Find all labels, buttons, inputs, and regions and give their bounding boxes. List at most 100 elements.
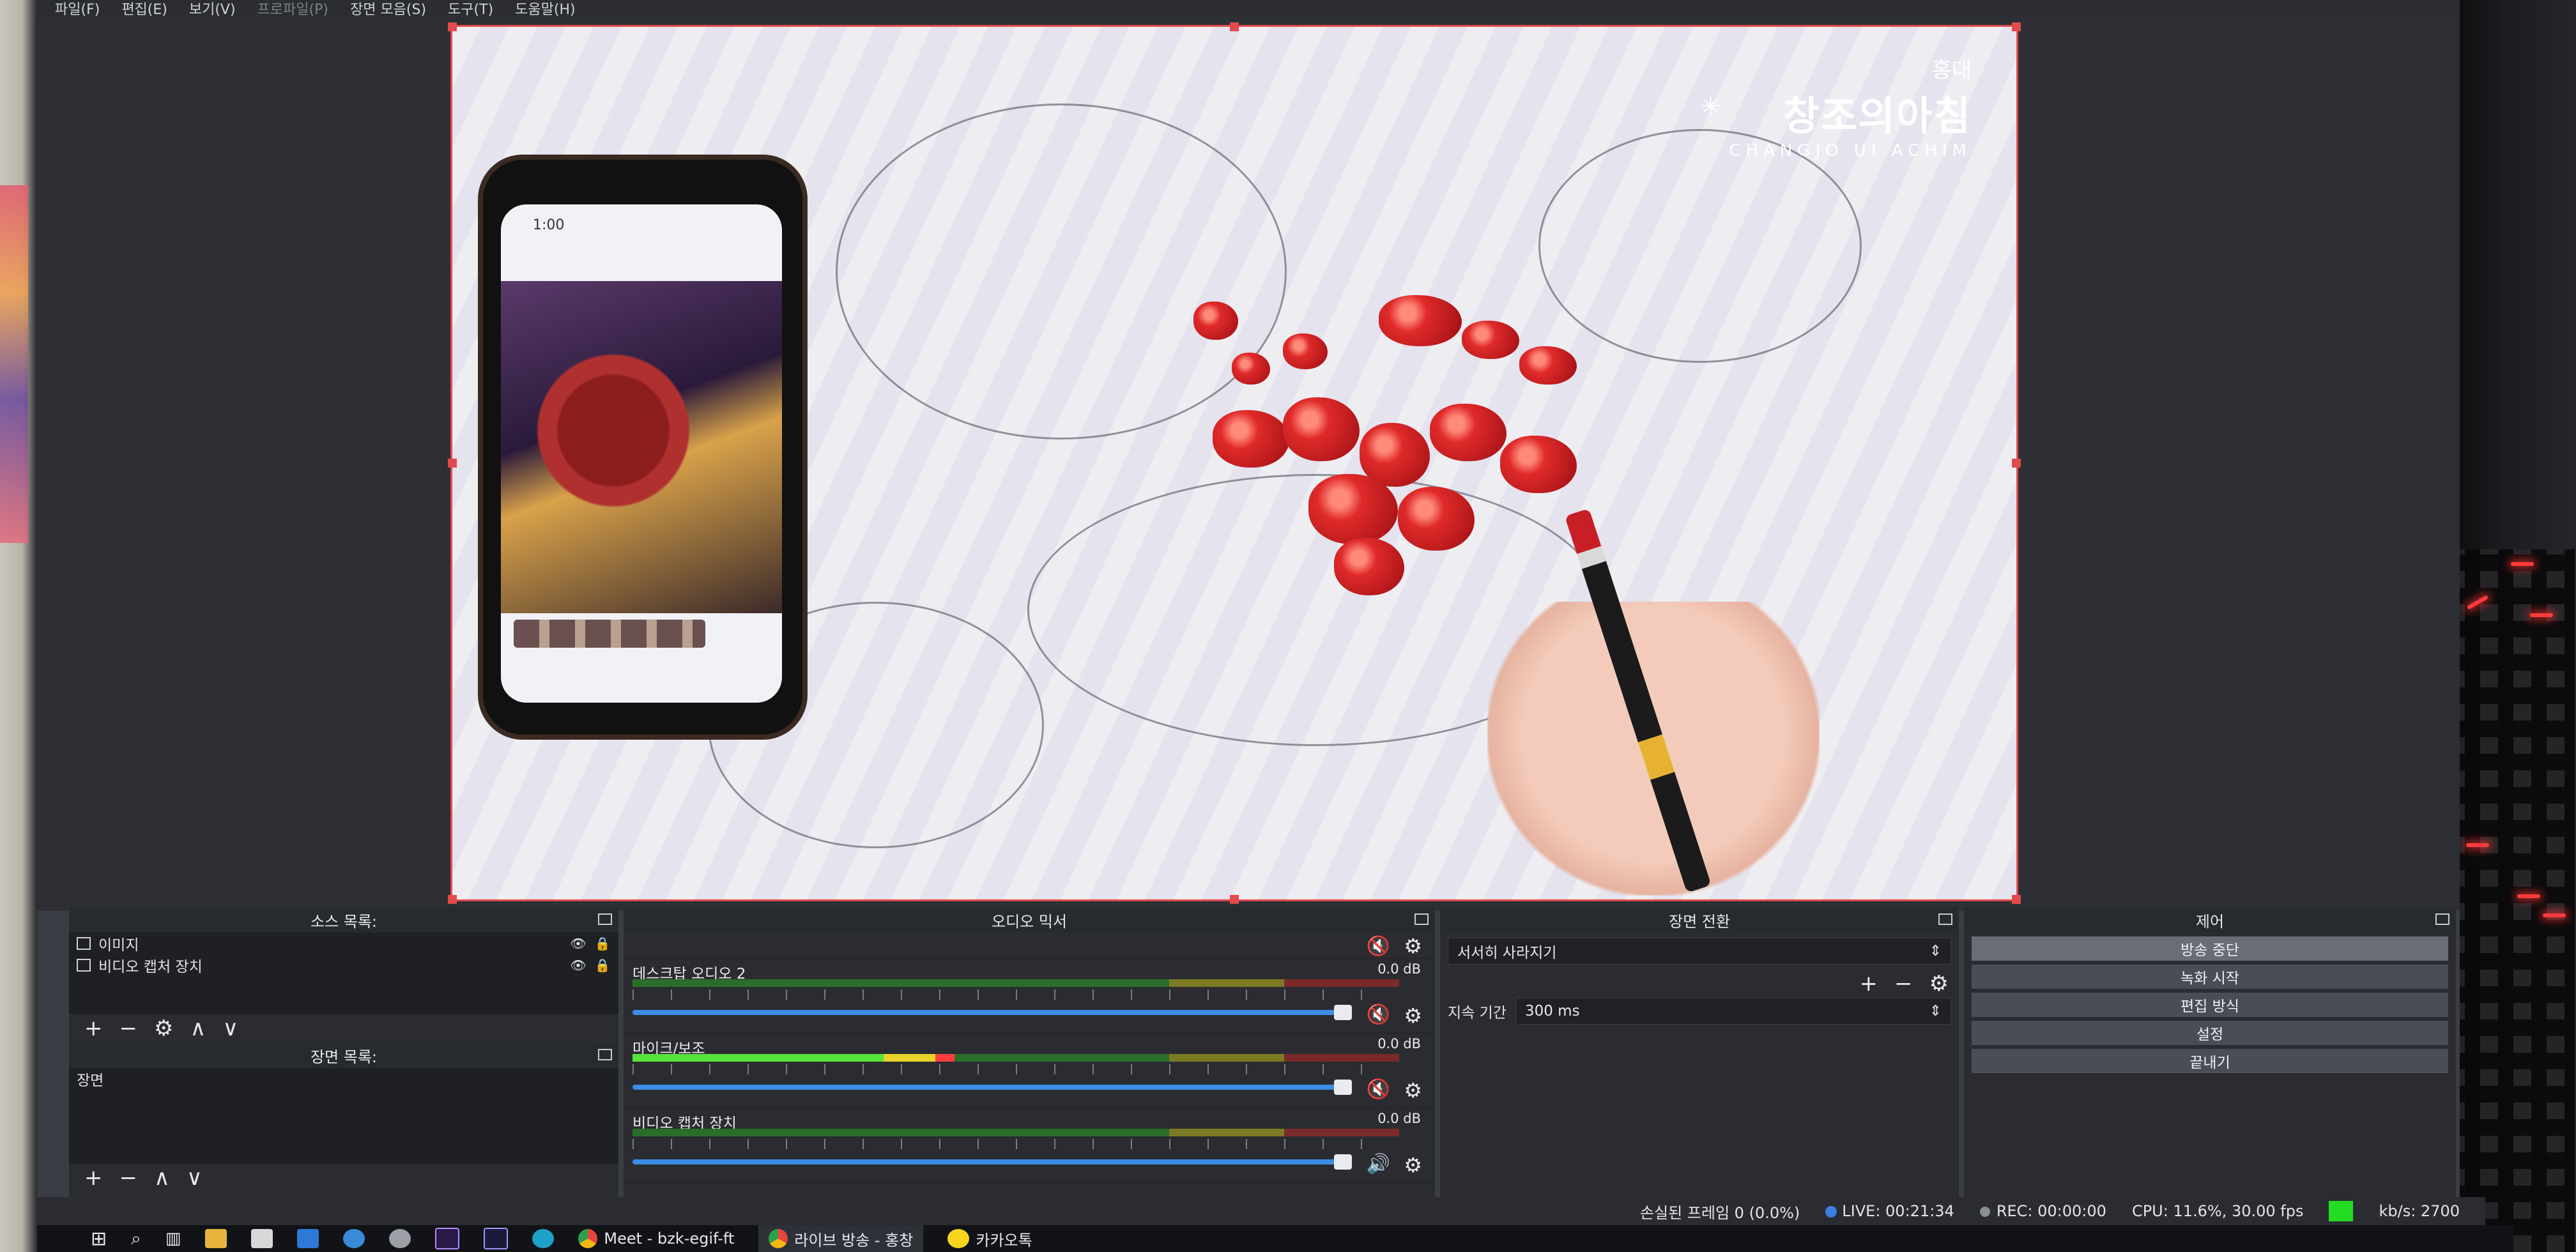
add-scene-button[interactable]: +: [84, 1165, 103, 1191]
undock-icon[interactable]: [2435, 913, 2450, 925]
duration-spinbox[interactable]: 300 ms ⇕: [1515, 998, 1951, 1025]
tower-led: [2466, 843, 2489, 847]
taskbar-app-live[interactable]: 라이브 방송 - 홍창: [758, 1225, 924, 1252]
edge-icon[interactable]: [343, 1229, 365, 1248]
menu-help[interactable]: 도움말(H): [515, 0, 575, 19]
store-icon[interactable]: [251, 1229, 273, 1248]
painted-seed: [1519, 346, 1577, 385]
add-transition-button[interactable]: +: [1860, 971, 1878, 996]
rec-time: REC: 00:00:00: [1996, 1202, 2106, 1220]
move-up-chevron-icon[interactable]: ∧: [154, 1165, 170, 1191]
sources-scenes-dock: 소스 목록: 이미지 👁 🔒 비디오 캡처 장치 👁 🔒 + − ⚙ ∧ ∨ 장…: [69, 907, 618, 1197]
gear-icon[interactable]: ⚙: [1404, 934, 1422, 958]
sources-title: 소스 목록:: [69, 907, 618, 933]
pc-tower-grill: [2447, 549, 2575, 1252]
move-down-chevron-icon[interactable]: ∨: [187, 1165, 203, 1191]
remove-transition-button[interactable]: −: [1894, 971, 1913, 996]
background-artwork: [0, 185, 28, 543]
lock-icon[interactable]: 🔒: [594, 937, 611, 950]
gear-icon[interactable]: ⚙: [1404, 1004, 1422, 1028]
menu-view[interactable]: 보기(V): [189, 0, 236, 19]
visibility-eye-icon[interactable]: 👁: [570, 937, 586, 950]
lock-icon[interactable]: 🔒: [594, 959, 611, 972]
add-source-button[interactable]: +: [84, 1016, 103, 1041]
premiere-icon[interactable]: [435, 1228, 460, 1249]
source-properties-gear-icon[interactable]: ⚙: [154, 1016, 173, 1041]
taskbar-app-meet[interactable]: Meet - bzk-egif-ft: [578, 1229, 734, 1248]
undock-icon[interactable]: [1414, 913, 1429, 925]
transform-handle[interactable]: [2012, 459, 2021, 468]
move-down-chevron-icon[interactable]: ∨: [222, 1016, 238, 1041]
speaker-icon[interactable]: 🔊: [1367, 1153, 1390, 1175]
slider-knob[interactable]: [1334, 1154, 1352, 1170]
menu-scene-collection[interactable]: 장면 모음(S): [350, 0, 426, 19]
painted-seed: [1398, 487, 1475, 551]
transform-handle[interactable]: [448, 459, 457, 468]
settings-button[interactable]: 설정: [1972, 1021, 2448, 1045]
after-effects-icon[interactable]: [484, 1228, 509, 1249]
volume-meter: [632, 1054, 1399, 1062]
transform-handle[interactable]: [448, 22, 457, 31]
chrome-icon: [769, 1229, 788, 1248]
exit-button[interactable]: 끝내기: [1972, 1049, 2448, 1073]
source-item-image[interactable]: 이미지 👁 🔒: [69, 933, 618, 954]
transform-handle[interactable]: [1230, 895, 1239, 904]
volume-slider[interactable]: [632, 1154, 1352, 1170]
search-icon[interactable]: ⌕: [131, 1228, 141, 1249]
dropped-frames: 손실된 프레임 0 (0.0%): [1639, 1203, 1800, 1222]
muted-speaker-icon[interactable]: 🔇: [1367, 1004, 1390, 1026]
menu-edit[interactable]: 편집(E): [121, 0, 167, 19]
menu-file[interactable]: 파일(F): [55, 0, 100, 19]
spin-arrows-icon[interactable]: ⇕: [1929, 1003, 1942, 1019]
source-item-video-capture[interactable]: 비디오 캡처 장치 👁 🔒: [69, 954, 618, 976]
transform-handle[interactable]: [448, 895, 457, 904]
volume-slider[interactable]: [632, 1005, 1352, 1020]
remove-source-button[interactable]: −: [119, 1016, 138, 1041]
move-up-chevron-icon[interactable]: ∧: [190, 1016, 206, 1041]
edge-new-icon[interactable]: [532, 1229, 555, 1248]
transform-handle[interactable]: [2012, 895, 2021, 904]
controls-title-label: 제어: [2195, 912, 2225, 931]
start-recording-button[interactable]: 녹화 시작: [1972, 965, 2448, 989]
mixer-channel: 데스크탑 오디오 2 0.0 dB 🔇 ⚙: [624, 959, 1435, 1034]
menu-profile[interactable]: 프로파일(P): [257, 0, 328, 19]
slider-knob[interactable]: [1334, 1080, 1352, 1095]
undock-icon[interactable]: [598, 913, 612, 925]
painted-seed: [1462, 321, 1519, 359]
program-preview[interactable]: 1:00 ✳ 홍대 창조의아침 CHANGJO UI ACHIM: [450, 25, 2018, 901]
transform-handle[interactable]: [2012, 22, 2021, 31]
windows-start-icon[interactable]: ⊞: [91, 1228, 107, 1250]
scenes-list: 장면: [69, 1068, 618, 1164]
gear-icon[interactable]: ⚙: [1404, 1153, 1422, 1177]
undock-icon[interactable]: [1938, 913, 1952, 925]
mixer-title: 오디오 믹서: [624, 907, 1435, 933]
muted-speaker-icon[interactable]: 🔇: [1367, 935, 1390, 958]
transform-handle[interactable]: [1230, 22, 1239, 31]
remove-scene-button[interactable]: −: [119, 1165, 138, 1191]
channel-db: 0.0 dB: [1377, 1111, 1421, 1126]
slider-knob[interactable]: [1334, 1005, 1352, 1020]
muted-speaker-icon[interactable]: 🔇: [1367, 1078, 1390, 1101]
transition-properties-gear-icon[interactable]: ⚙: [1929, 971, 1949, 996]
tower-led: [2530, 613, 2553, 617]
phone-time: 1:00: [533, 217, 565, 233]
taskbar-app-kakaotalk[interactable]: 카카오톡: [947, 1228, 1032, 1250]
visibility-eye-icon[interactable]: 👁: [570, 959, 586, 972]
volume-slider[interactable]: [632, 1080, 1352, 1095]
stop-streaming-button[interactable]: 방송 중단: [1972, 936, 2448, 961]
undock-icon[interactable]: [598, 1049, 612, 1060]
controls-title: 제어: [1964, 907, 2456, 933]
meter-level: [632, 1054, 954, 1062]
transition-select[interactable]: 서서히 사라지기 ⇕: [1448, 938, 1951, 965]
sparkle-icon: ✳: [1699, 92, 1721, 121]
mail-icon[interactable]: [297, 1229, 319, 1248]
transition-selected: 서서히 사라지기: [1457, 945, 1557, 961]
app-icon[interactable]: [389, 1229, 411, 1248]
gear-icon[interactable]: ⚙: [1404, 1078, 1422, 1103]
file-explorer-icon[interactable]: [205, 1229, 227, 1248]
menu-tools[interactable]: 도구(T): [448, 0, 493, 19]
mixer-channel: 비디오 캡처 장치 0.0 dB 🔊 ⚙: [624, 1108, 1435, 1183]
scene-item[interactable]: 장면: [69, 1068, 618, 1090]
studio-mode-button[interactable]: 편집 방식: [1972, 993, 2448, 1017]
task-view-icon[interactable]: ▥: [165, 1229, 181, 1248]
